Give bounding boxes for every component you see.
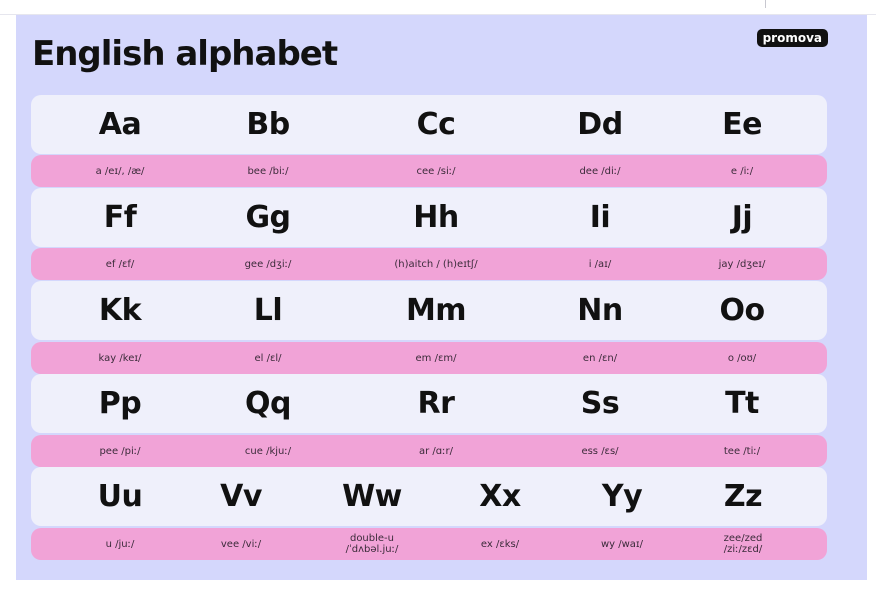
letter-cell: Ll — [253, 293, 283, 328]
pronunciation-cell: wy /waɪ/ — [600, 538, 644, 550]
pronunciation-cell: bee /biː/ — [247, 165, 289, 177]
letters-row: Aa Bb Cc Dd Ee — [31, 95, 827, 154]
pronunciation-cell: a /eɪ/, /æ/ — [95, 165, 145, 177]
letter-cell: Oo — [719, 293, 765, 328]
letter-cell: Tt — [725, 386, 759, 421]
letter-cell: Rr — [417, 386, 455, 421]
letter-cell: Vv — [220, 479, 262, 514]
letters-row: Pp Qq Rr Ss Tt — [31, 374, 827, 433]
pronunciation-cell: ef /ɛf/ — [105, 258, 135, 270]
pronunciation-row: kay /keɪ/el /ɛl/em /ɛm/en /ɛn/o /oʊ/ — [31, 342, 827, 374]
page-edge-tick — [765, 0, 766, 8]
letter-cell: Hh — [413, 200, 459, 235]
pronunciation-cell: ar /ɑːr/ — [419, 445, 453, 457]
letter-cell: Aa — [98, 107, 142, 142]
pronunciation-cell: en /ɛn/ — [582, 352, 618, 364]
letter-cell: Yy — [601, 479, 643, 514]
pronunciation-cell: kay /keɪ/ — [98, 352, 142, 364]
pronunciation-cell: o /oʊ/ — [727, 352, 757, 364]
letter-cell: Pp — [98, 386, 142, 421]
letter-cell: Dd — [577, 107, 623, 142]
pronunciation-cell: el /ɛl/ — [254, 352, 282, 364]
letter-cell: Ss — [580, 386, 620, 421]
pronunciation-cell: u /juː/ — [105, 538, 135, 550]
pronunciation-cell: cee /siː/ — [416, 165, 456, 177]
letter-cell: Zz — [723, 479, 763, 514]
pronunciation-row: pee /piː/cue /kjuː/ar /ɑːr/ess /ɛs/tee /… — [31, 435, 827, 467]
letter-cell: Kk — [98, 293, 142, 328]
pronunciation-cell: tee /tiː/ — [723, 445, 761, 457]
letter-cell: Jj — [731, 200, 753, 235]
letter-cell: Ww — [342, 479, 402, 514]
letter-cell: Qq — [245, 386, 291, 421]
letter-cell: Nn — [577, 293, 623, 328]
letters-row: Kk Ll Mm Nn Oo — [31, 281, 827, 340]
pronunciation-cell: vee /viː/ — [220, 538, 262, 550]
pronunciation-cell: e /iː/ — [730, 165, 754, 177]
letters-row: Ff Gg Hh Ii Jj — [31, 188, 827, 247]
pronunciation-cell: jay /dʒeɪ/ — [718, 258, 766, 270]
letter-cell: Ff — [103, 200, 137, 235]
pronunciation-cell: cue /kjuː/ — [244, 445, 292, 457]
letter-cell: Cc — [416, 107, 456, 142]
pronunciation-cell: double-u /ˈdʌbəl.juː/ — [345, 533, 399, 555]
pronunciation-row: a /eɪ/, /æ/bee /biː/cee /siː/dee /diː/e … — [31, 155, 827, 187]
letter-cell: Uu — [97, 479, 143, 514]
pronunciation-row: u /juː/vee /viː/double-u /ˈdʌbəl.juː/ex … — [31, 528, 827, 560]
letter-cell: Xx — [479, 479, 521, 514]
letter-cell: Bb — [246, 107, 290, 142]
pronunciation-cell: gee /dʒiː/ — [244, 258, 292, 270]
letters-row: Uu Vv Ww Xx Yy Zz — [31, 467, 827, 526]
pronunciation-cell: i /aɪ/ — [588, 258, 612, 270]
letter-cell: Ii — [589, 200, 611, 235]
pronunciation-cell: (h)aitch / (h)eɪtʃ/ — [394, 258, 478, 270]
pronunciation-cell: ex /ɛks/ — [480, 538, 520, 550]
pronunciation-cell: em /ɛm/ — [415, 352, 457, 364]
promova-logo: promova — [756, 29, 828, 47]
pronunciation-cell: zee/zed /ziː/zɛd/ — [723, 533, 763, 555]
letter-cell: Mm — [405, 293, 467, 328]
alphabet-poster: English alphabet promova Aa Bb Cc Dd Ee a /eɪ… — [16, 15, 867, 580]
letter-cell: Ee — [722, 107, 762, 142]
pronunciation-row: ef /ɛf/gee /dʒiː/ (h)aitch / (h)eɪtʃ/i /a… — [31, 248, 827, 280]
letter-cell: Gg — [245, 200, 291, 235]
poster-title: English alphabet — [32, 34, 338, 74]
pronunciation-cell: dee /diː/ — [579, 165, 621, 177]
pronunciation-cell: ess /ɛs/ — [581, 445, 619, 457]
pronunciation-cell: pee /piː/ — [99, 445, 141, 457]
